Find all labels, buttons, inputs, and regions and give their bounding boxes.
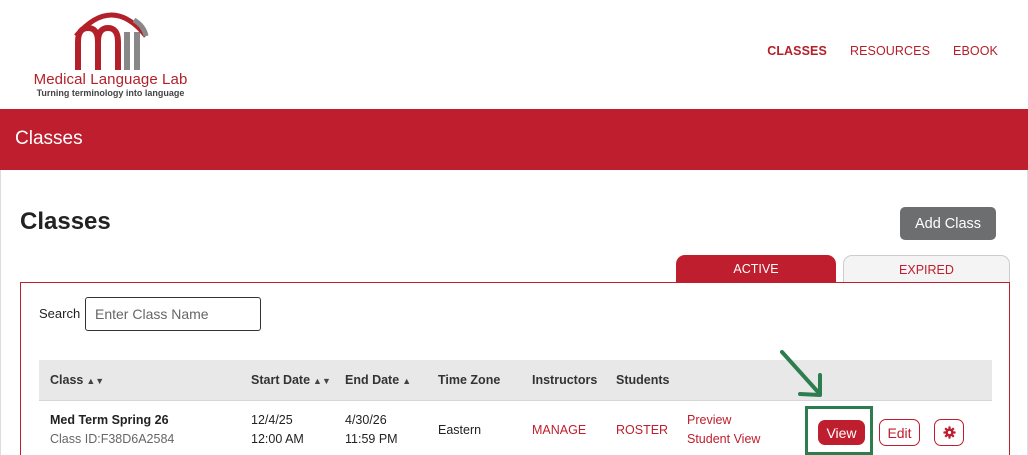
gear-icon [942,426,956,439]
class-cell: Med Term Spring 26 Class ID:F38D6A2584 [50,411,174,449]
main-content: Classes Add Class ACTIVE EXPIRED Search … [0,170,1028,455]
column-header-time-zone: Time Zone [438,373,501,387]
column-header-label: Class [50,373,84,387]
page-title: Classes [20,208,111,235]
sort-both-icon[interactable]: ▲▼ [86,376,104,386]
classes-panel: Search Class▲▼ Start Date▲▼ End Date▲ Ti… [20,282,1010,455]
column-header-instructors: Instructors [532,373,598,387]
logo[interactable]: Medical Language Lab Turning terminology… [28,6,198,102]
search-label: Search [39,306,81,321]
start-date: 12/4/25 [251,413,293,427]
settings-button[interactable] [934,419,964,446]
start-time: 12:00 AM [251,432,304,446]
column-header-students: Students [616,373,670,387]
page-banner: Classes [0,109,1028,170]
nav-resources[interactable]: RESOURCES [850,44,930,58]
start-date-cell: 12/4/25 12:00 AM [251,411,304,449]
roster-link[interactable]: ROSTER [616,421,668,440]
mll-logo-icon [74,12,149,70]
search-input[interactable] [85,297,261,331]
class-name: Med Term Spring 26 [50,413,169,427]
manage-instructors-link[interactable]: MANAGE [532,421,586,440]
brand-tagline: Turning terminology into language [36,88,185,98]
nav-classes[interactable]: CLASSES [767,44,827,58]
top-header: Medical Language Lab Turning terminology… [0,0,1028,109]
tab-active[interactable]: ACTIVE [676,255,836,283]
preview-link[interactable]: Preview [687,411,760,430]
end-date-cell: 4/30/26 11:59 PM [345,411,398,449]
end-date: 4/30/26 [345,413,387,427]
class-id: Class ID:F38D6A2584 [50,432,175,446]
sort-both-icon[interactable]: ▲▼ [313,376,331,386]
column-header-end-date[interactable]: End Date ▲ [345,373,411,387]
column-header-class[interactable]: Class ▲▼ [50,373,104,387]
preview-cell: Preview Student View [687,411,760,449]
view-button[interactable]: View [818,420,865,445]
nav-ebook[interactable]: EBOOK [953,44,998,58]
time-zone: Eastern [438,423,482,437]
brand-name: Medical Language Lab [33,71,188,88]
column-header-start-date[interactable]: Start Date ▲▼ [251,373,331,387]
student-view-link[interactable]: Student View [687,430,760,449]
edit-button[interactable]: Edit [879,419,920,446]
table-header: Class ▲▼ Start Date ▲▼ End Date ▲ Time Zone… [39,360,992,401]
banner-title: Classes [15,128,83,149]
end-time: 11:59 PM [345,432,398,446]
add-class-button[interactable]: Add Class [900,207,996,240]
column-header-label: End Date [345,373,400,387]
column-header-label: Start Date [251,373,311,387]
tab-expired[interactable]: EXPIRED [843,255,1010,283]
sort-ascending-icon[interactable]: ▲ [402,376,411,386]
main-nav: CLASSES RESOURCES EBOOK [767,44,998,58]
